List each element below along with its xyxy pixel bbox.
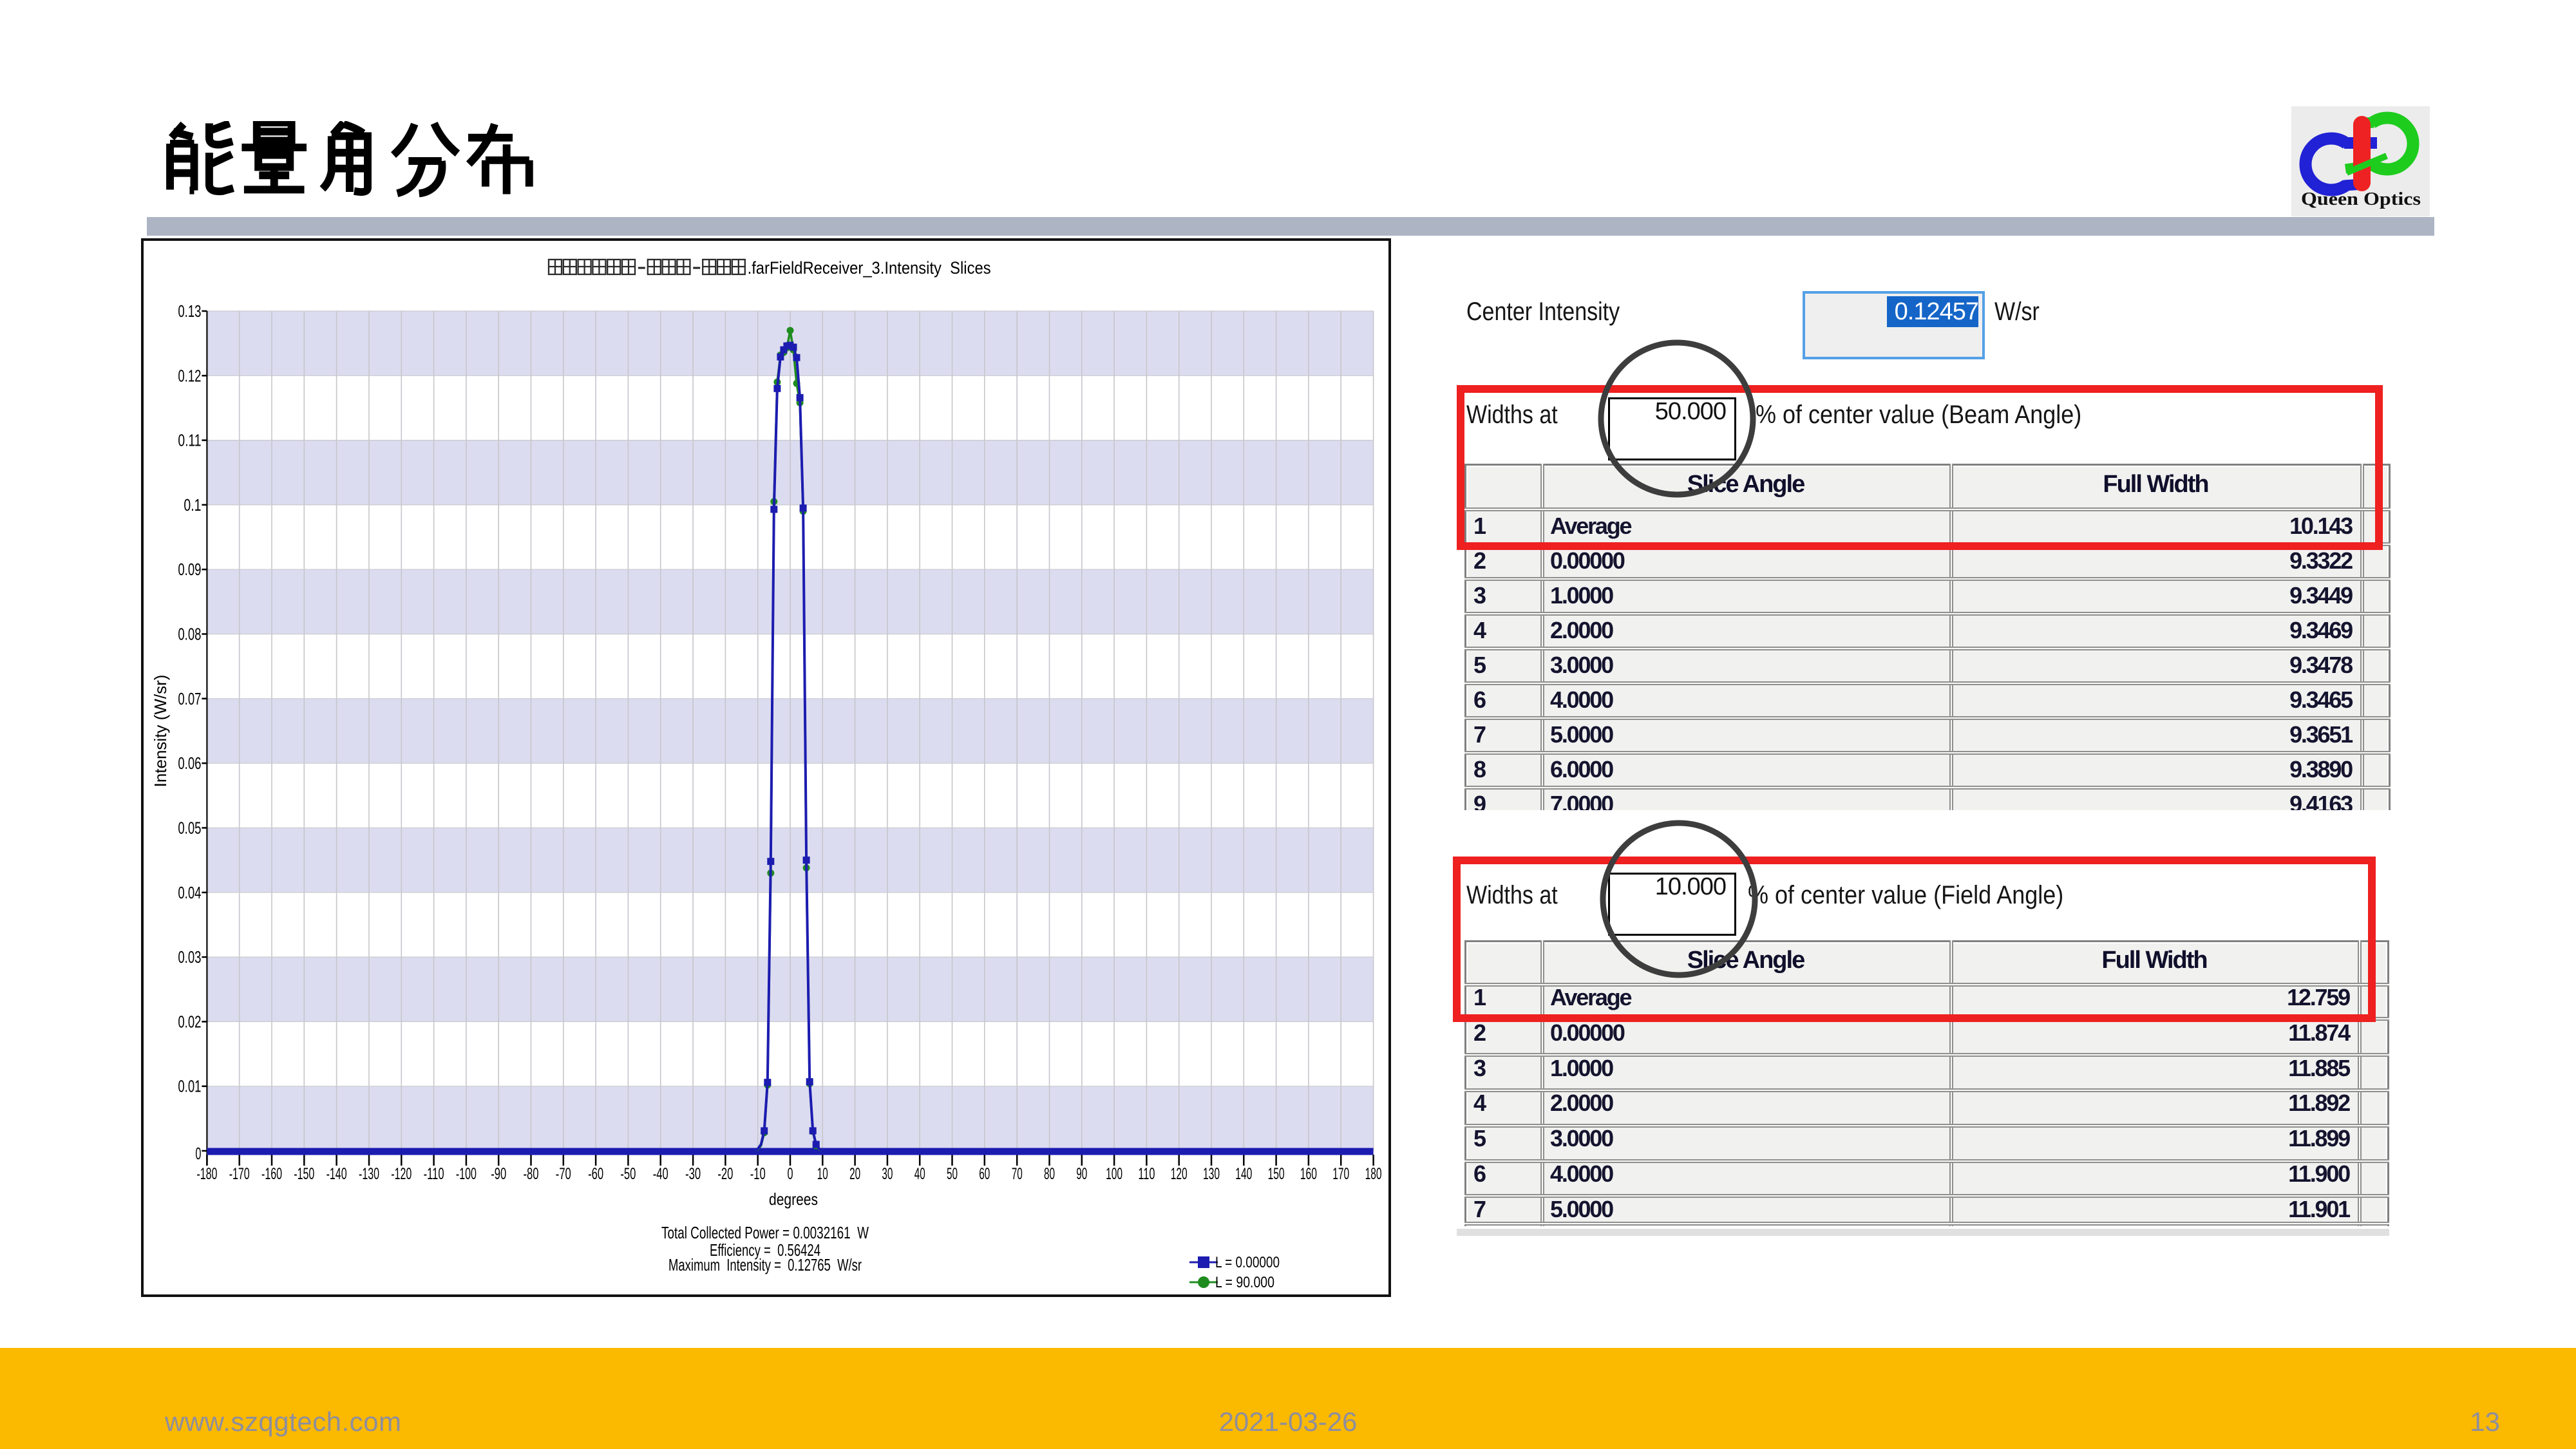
svg-text:110: 110 bbox=[1138, 1165, 1155, 1183]
svg-text:L = 0.00000: L = 0.00000 bbox=[1215, 1254, 1280, 1271]
svg-text:130: 130 bbox=[1203, 1165, 1220, 1183]
svg-text:-180: -180 bbox=[196, 1165, 217, 1183]
svg-text:-170: -170 bbox=[229, 1165, 250, 1183]
svg-text:0: 0 bbox=[195, 1144, 201, 1163]
svg-text:60: 60 bbox=[979, 1165, 990, 1183]
svg-text:140: 140 bbox=[1235, 1165, 1252, 1183]
svg-text:-60: -60 bbox=[588, 1165, 603, 1183]
svg-text:-120: -120 bbox=[391, 1165, 412, 1183]
svg-text:0.11: 0.11 bbox=[178, 431, 201, 450]
svg-text:0: 0 bbox=[788, 1165, 793, 1183]
svg-text:70: 70 bbox=[1012, 1165, 1023, 1183]
svg-text:-10: -10 bbox=[750, 1165, 766, 1183]
svg-text:degrees: degrees bbox=[769, 1189, 818, 1209]
svg-text:0.13: 0.13 bbox=[178, 301, 201, 321]
svg-text:-110: -110 bbox=[424, 1165, 444, 1183]
svg-text:.farFieldReceiver_3.Intensity: .farFieldReceiver_3.Intensity Slices bbox=[748, 258, 991, 278]
svg-text:40: 40 bbox=[914, 1165, 925, 1183]
svg-text:Maximum Intensity = 0.12765: Maximum Intensity = 0.12765 W/sr bbox=[668, 1255, 862, 1274]
svg-text:0.01: 0.01 bbox=[178, 1077, 201, 1096]
svg-text:0.06: 0.06 bbox=[178, 753, 201, 773]
svg-text:20: 20 bbox=[849, 1165, 860, 1183]
svg-text:150: 150 bbox=[1268, 1165, 1285, 1183]
svg-text:-40: -40 bbox=[653, 1165, 668, 1183]
svg-text:-20: -20 bbox=[717, 1165, 733, 1183]
svg-text:-150: -150 bbox=[294, 1165, 314, 1183]
svg-text:0.1: 0.1 bbox=[184, 495, 201, 515]
svg-text:180: 180 bbox=[1365, 1165, 1382, 1183]
svg-text:0.08: 0.08 bbox=[178, 625, 201, 644]
svg-text:100: 100 bbox=[1106, 1165, 1122, 1183]
svg-text:L = 90.000: L = 90.000 bbox=[1215, 1274, 1274, 1291]
svg-text:90: 90 bbox=[1076, 1165, 1087, 1183]
svg-text:-140: -140 bbox=[327, 1165, 347, 1183]
svg-text:Queen Optics: Queen Optics bbox=[2301, 189, 2421, 209]
svg-text:-50: -50 bbox=[620, 1165, 636, 1183]
svg-text:0.09: 0.09 bbox=[178, 560, 201, 579]
svg-text:-80: -80 bbox=[524, 1165, 539, 1183]
svg-text:-100: -100 bbox=[456, 1165, 477, 1183]
svg-text:0.04: 0.04 bbox=[178, 883, 201, 902]
svg-text:Total Collected Power = 0.0032: Total Collected Power = 0.0032161 W bbox=[661, 1223, 869, 1242]
svg-text:-30: -30 bbox=[685, 1165, 701, 1183]
svg-text:0.07: 0.07 bbox=[178, 689, 201, 708]
svg-text:80: 80 bbox=[1044, 1165, 1055, 1183]
svg-text:0.12: 0.12 bbox=[178, 366, 201, 385]
svg-text:-160: -160 bbox=[261, 1165, 282, 1183]
svg-text:-90: -90 bbox=[491, 1165, 506, 1183]
svg-text:170: 170 bbox=[1332, 1165, 1349, 1183]
svg-text:10: 10 bbox=[817, 1165, 828, 1183]
svg-text:-130: -130 bbox=[359, 1165, 379, 1183]
svg-text:-70: -70 bbox=[556, 1165, 571, 1183]
svg-text:50: 50 bbox=[947, 1165, 958, 1183]
svg-text:0.02: 0.02 bbox=[178, 1012, 201, 1031]
svg-text:0.03: 0.03 bbox=[178, 947, 201, 967]
svg-text:120: 120 bbox=[1171, 1165, 1188, 1183]
svg-text:Intensity (W/sr): Intensity (W/sr) bbox=[151, 675, 170, 788]
svg-text:160: 160 bbox=[1300, 1165, 1317, 1183]
svg-text:0.05: 0.05 bbox=[178, 819, 201, 838]
svg-text:30: 30 bbox=[882, 1165, 893, 1183]
